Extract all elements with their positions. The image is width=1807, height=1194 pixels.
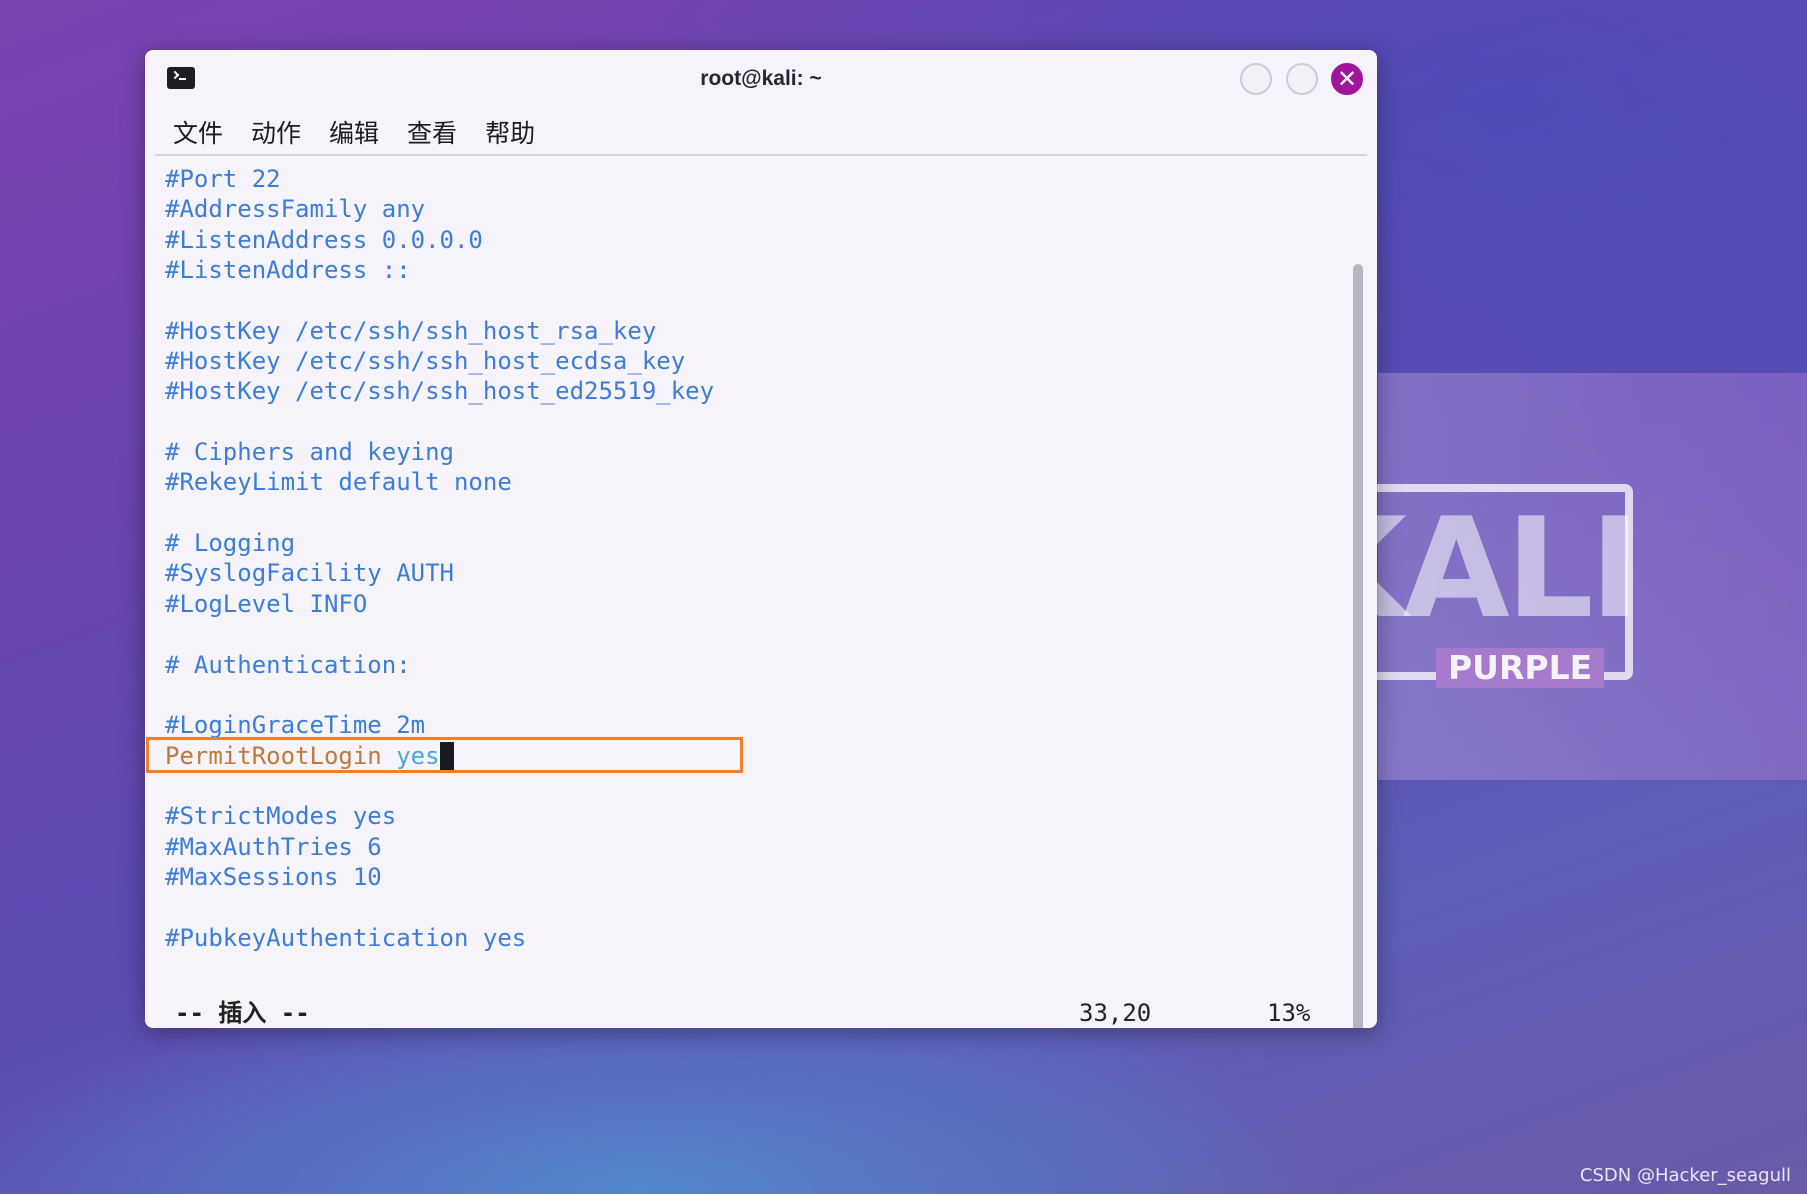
vim-status-line: -- 插入 -- 33,20 13%	[175, 996, 1327, 1028]
maximize-button[interactable]	[1286, 63, 1318, 95]
editor-line[interactable]	[165, 285, 1327, 315]
editor-line[interactable]: #SyslogFacility AUTH	[165, 558, 1327, 588]
menu-help[interactable]: 帮助	[485, 114, 535, 150]
window-title: root@kali: ~	[700, 67, 822, 90]
editor-line[interactable]	[165, 892, 1327, 922]
editor-line[interactable]: # Authentication:	[165, 650, 1327, 680]
menu-actions[interactable]: 动作	[251, 114, 301, 150]
editor-line[interactable]: #RekeyLimit default none	[165, 467, 1327, 497]
editor-line[interactable]	[165, 619, 1327, 649]
editor-line[interactable]: #AddressFamily any	[165, 194, 1327, 224]
editor-line[interactable]: #MaxSessions 10	[165, 862, 1327, 892]
highlight-annotation-box	[146, 737, 743, 773]
terminal-window: root@kali: ~ ✕ 文件 动作 编辑 查看 帮助 #Port 22 #A…	[145, 50, 1377, 1028]
menu-file[interactable]: 文件	[173, 114, 223, 150]
editor-line[interactable]: #ListenAddress 0.0.0.0	[165, 225, 1327, 255]
status-percent: 13%	[1267, 999, 1311, 1027]
menu-view[interactable]: 查看	[407, 114, 457, 150]
menu-bar: 文件 动作 编辑 查看 帮助	[145, 108, 1377, 156]
editor-line[interactable]: # Logging	[165, 528, 1327, 558]
editor-line[interactable]: #LoginGraceTime 2m	[165, 710, 1327, 740]
status-position: 33,20	[1079, 999, 1152, 1027]
terminal-content[interactable]: #Port 22 #AddressFamily any #ListenAddress…	[155, 156, 1367, 1028]
editor-line[interactable]: #MaxAuthTries 6	[165, 832, 1327, 862]
editor-line[interactable]: #StrictModes yes	[165, 801, 1327, 831]
editor-line[interactable]	[165, 498, 1327, 528]
editor-line[interactable]: #HostKey /etc/ssh/ssh_host_rsa_key	[165, 316, 1327, 346]
title-bar[interactable]: root@kali: ~ ✕	[145, 50, 1377, 108]
editor-line[interactable]	[165, 680, 1327, 710]
minimize-button[interactable]	[1240, 63, 1272, 95]
editor-line[interactable]: #ListenAddress ::	[165, 255, 1327, 285]
editor-line[interactable]: #Port 22	[165, 164, 1327, 194]
status-mode: -- 插入 --	[175, 999, 310, 1027]
close-button[interactable]: ✕	[1331, 63, 1363, 95]
close-icon: ✕	[1336, 65, 1358, 93]
editor-line[interactable]: #PubkeyAuthentication yes	[165, 923, 1327, 953]
editor-line[interactable]: #LogLevel INFO	[165, 589, 1327, 619]
kali-logo-subtitle: PURPLE	[1436, 648, 1605, 688]
editor-line[interactable]: #HostKey /etc/ssh/ssh_host_ed25519_key	[165, 376, 1327, 406]
editor-line[interactable]	[165, 407, 1327, 437]
editor-line[interactable]: #HostKey /etc/ssh/ssh_host_ecdsa_key	[165, 346, 1327, 376]
editor-lines: #Port 22 #AddressFamily any #ListenAddress…	[165, 164, 1327, 953]
scrollbar[interactable]	[1353, 264, 1363, 1028]
menu-edit[interactable]: 编辑	[329, 114, 379, 150]
csdn-watermark: CSDN @Hacker_seagull	[1579, 1165, 1791, 1186]
editor-line[interactable]: # Ciphers and keying	[165, 437, 1327, 467]
editor-line[interactable]	[165, 771, 1327, 801]
